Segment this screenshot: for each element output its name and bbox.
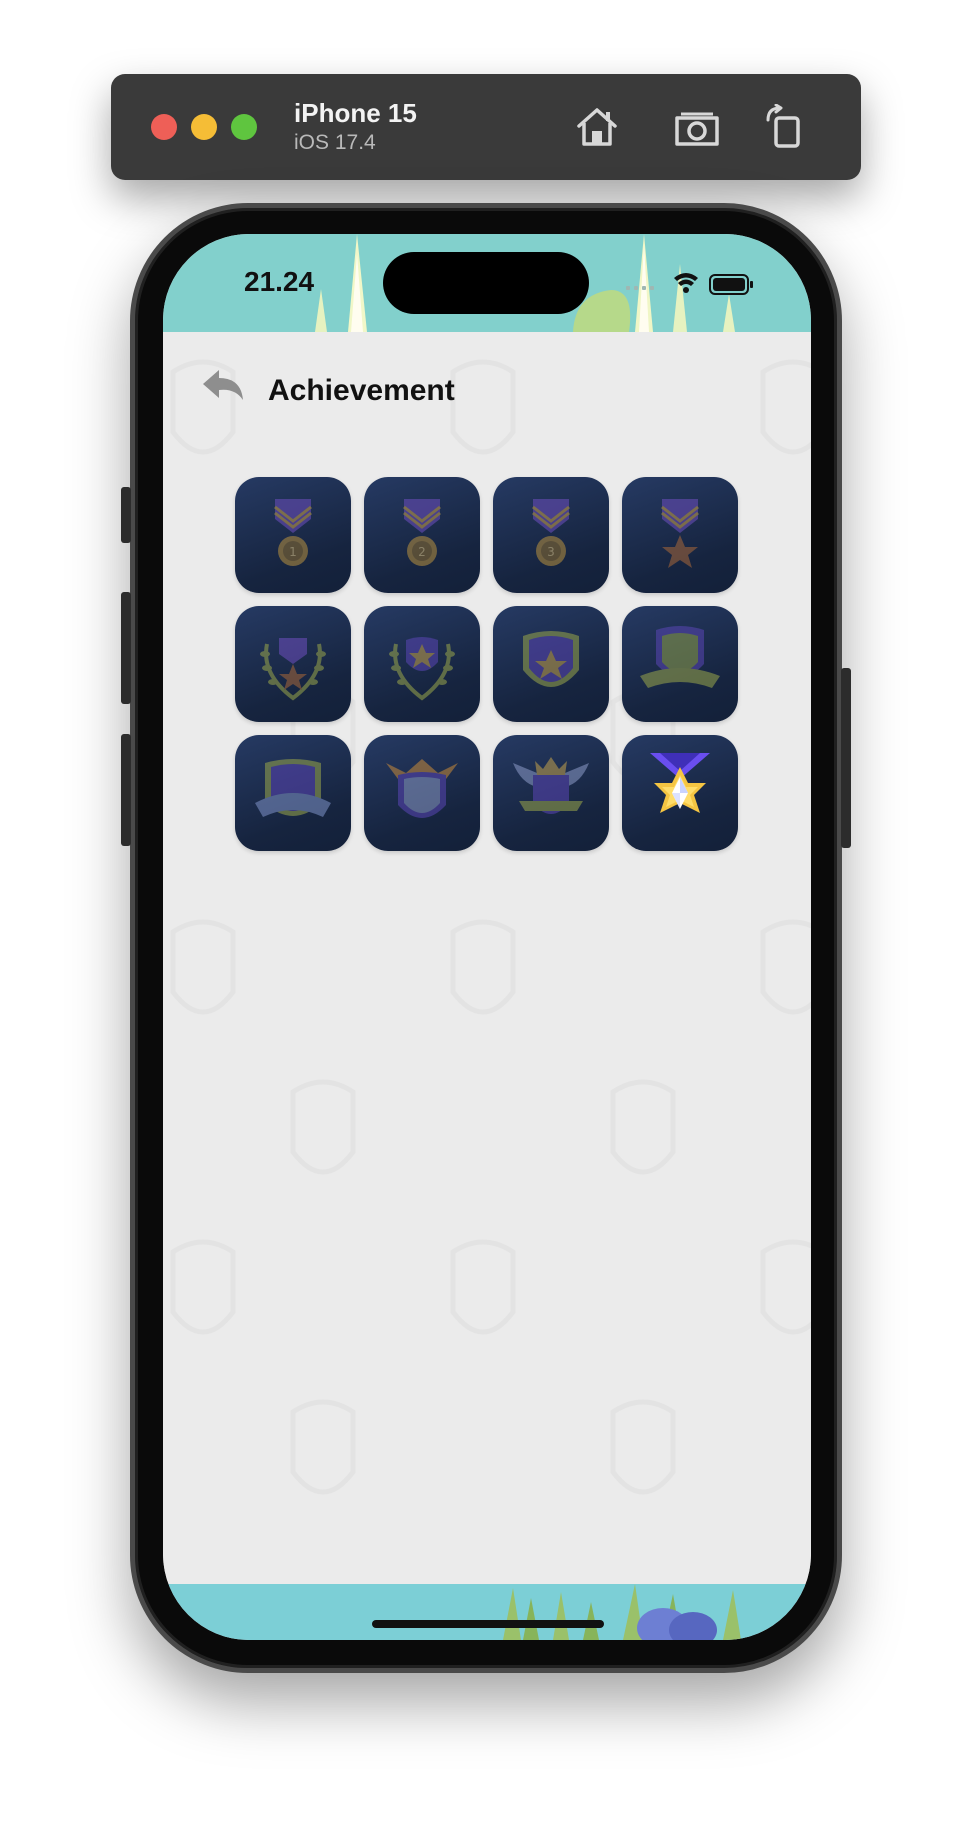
simulator-toolbar (111, 74, 861, 180)
home-icon[interactable] (573, 104, 621, 150)
achievement-winged-crown-shield[interactable] (493, 735, 609, 851)
crown-shield-icon (386, 759, 458, 818)
diamond-star-medal-icon (650, 753, 710, 813)
laurel-medal-icon (260, 638, 326, 701)
ribbon-shield-icon (255, 759, 331, 817)
achievement-laurel-shield[interactable] (364, 606, 480, 722)
achievement-star-shield[interactable] (493, 606, 609, 722)
bottom-scenery (163, 1584, 811, 1640)
achievement-medal-star[interactable] (622, 477, 738, 593)
status-time: 21.24 (244, 266, 315, 297)
achievement-laurel-medal[interactable] (235, 606, 351, 722)
medal-1-icon: 1 (274, 499, 312, 566)
banner-shield-icon (640, 626, 720, 688)
achievement-medal-2[interactable]: 2 (364, 477, 480, 593)
cellular-icon (626, 286, 654, 290)
svg-text:2: 2 (418, 545, 426, 559)
power-button[interactable] (841, 668, 851, 848)
medal-3-icon: 3 (532, 499, 570, 566)
action-button[interactable] (121, 487, 131, 543)
battery-icon (709, 274, 753, 295)
svg-text:1: 1 (289, 545, 297, 559)
wifi-icon (674, 273, 698, 293)
back-arrow-icon[interactable] (199, 366, 247, 408)
screenshot-icon[interactable] (673, 104, 721, 150)
laurel-shield-icon (389, 637, 455, 701)
minimize-window-button[interactable] (191, 114, 217, 140)
close-window-button[interactable] (151, 114, 177, 140)
achievement-diamond-star-medal[interactable] (622, 735, 738, 851)
achievement-medal-3[interactable]: 3 (493, 477, 609, 593)
achievement-ribbon-shield[interactable] (235, 735, 351, 851)
achievement-medal-1[interactable]: 1 (235, 477, 351, 593)
status-icons (626, 270, 766, 300)
medal-2-icon: 2 (403, 499, 441, 566)
os-version: iOS 17.4 (294, 131, 376, 154)
medal-star-icon (661, 499, 699, 568)
home-indicator[interactable] (372, 1620, 604, 1628)
rotate-icon[interactable] (762, 103, 810, 150)
zoom-window-button[interactable] (231, 114, 257, 140)
achievement-banner-shield[interactable] (622, 606, 738, 722)
volume-up-button[interactable] (121, 592, 131, 704)
device-name: iPhone 15 (294, 98, 417, 128)
volume-down-button[interactable] (121, 734, 131, 846)
star-shield-icon (523, 631, 579, 687)
achievement-crown-shield[interactable] (364, 735, 480, 851)
svg-text:3: 3 (547, 545, 555, 559)
app-screen: 21.24 Achievement 1 2 3 (163, 234, 811, 1640)
dynamic-island (383, 252, 589, 314)
winged-crown-shield-icon (513, 757, 589, 814)
page-title: Achievement (268, 374, 455, 407)
